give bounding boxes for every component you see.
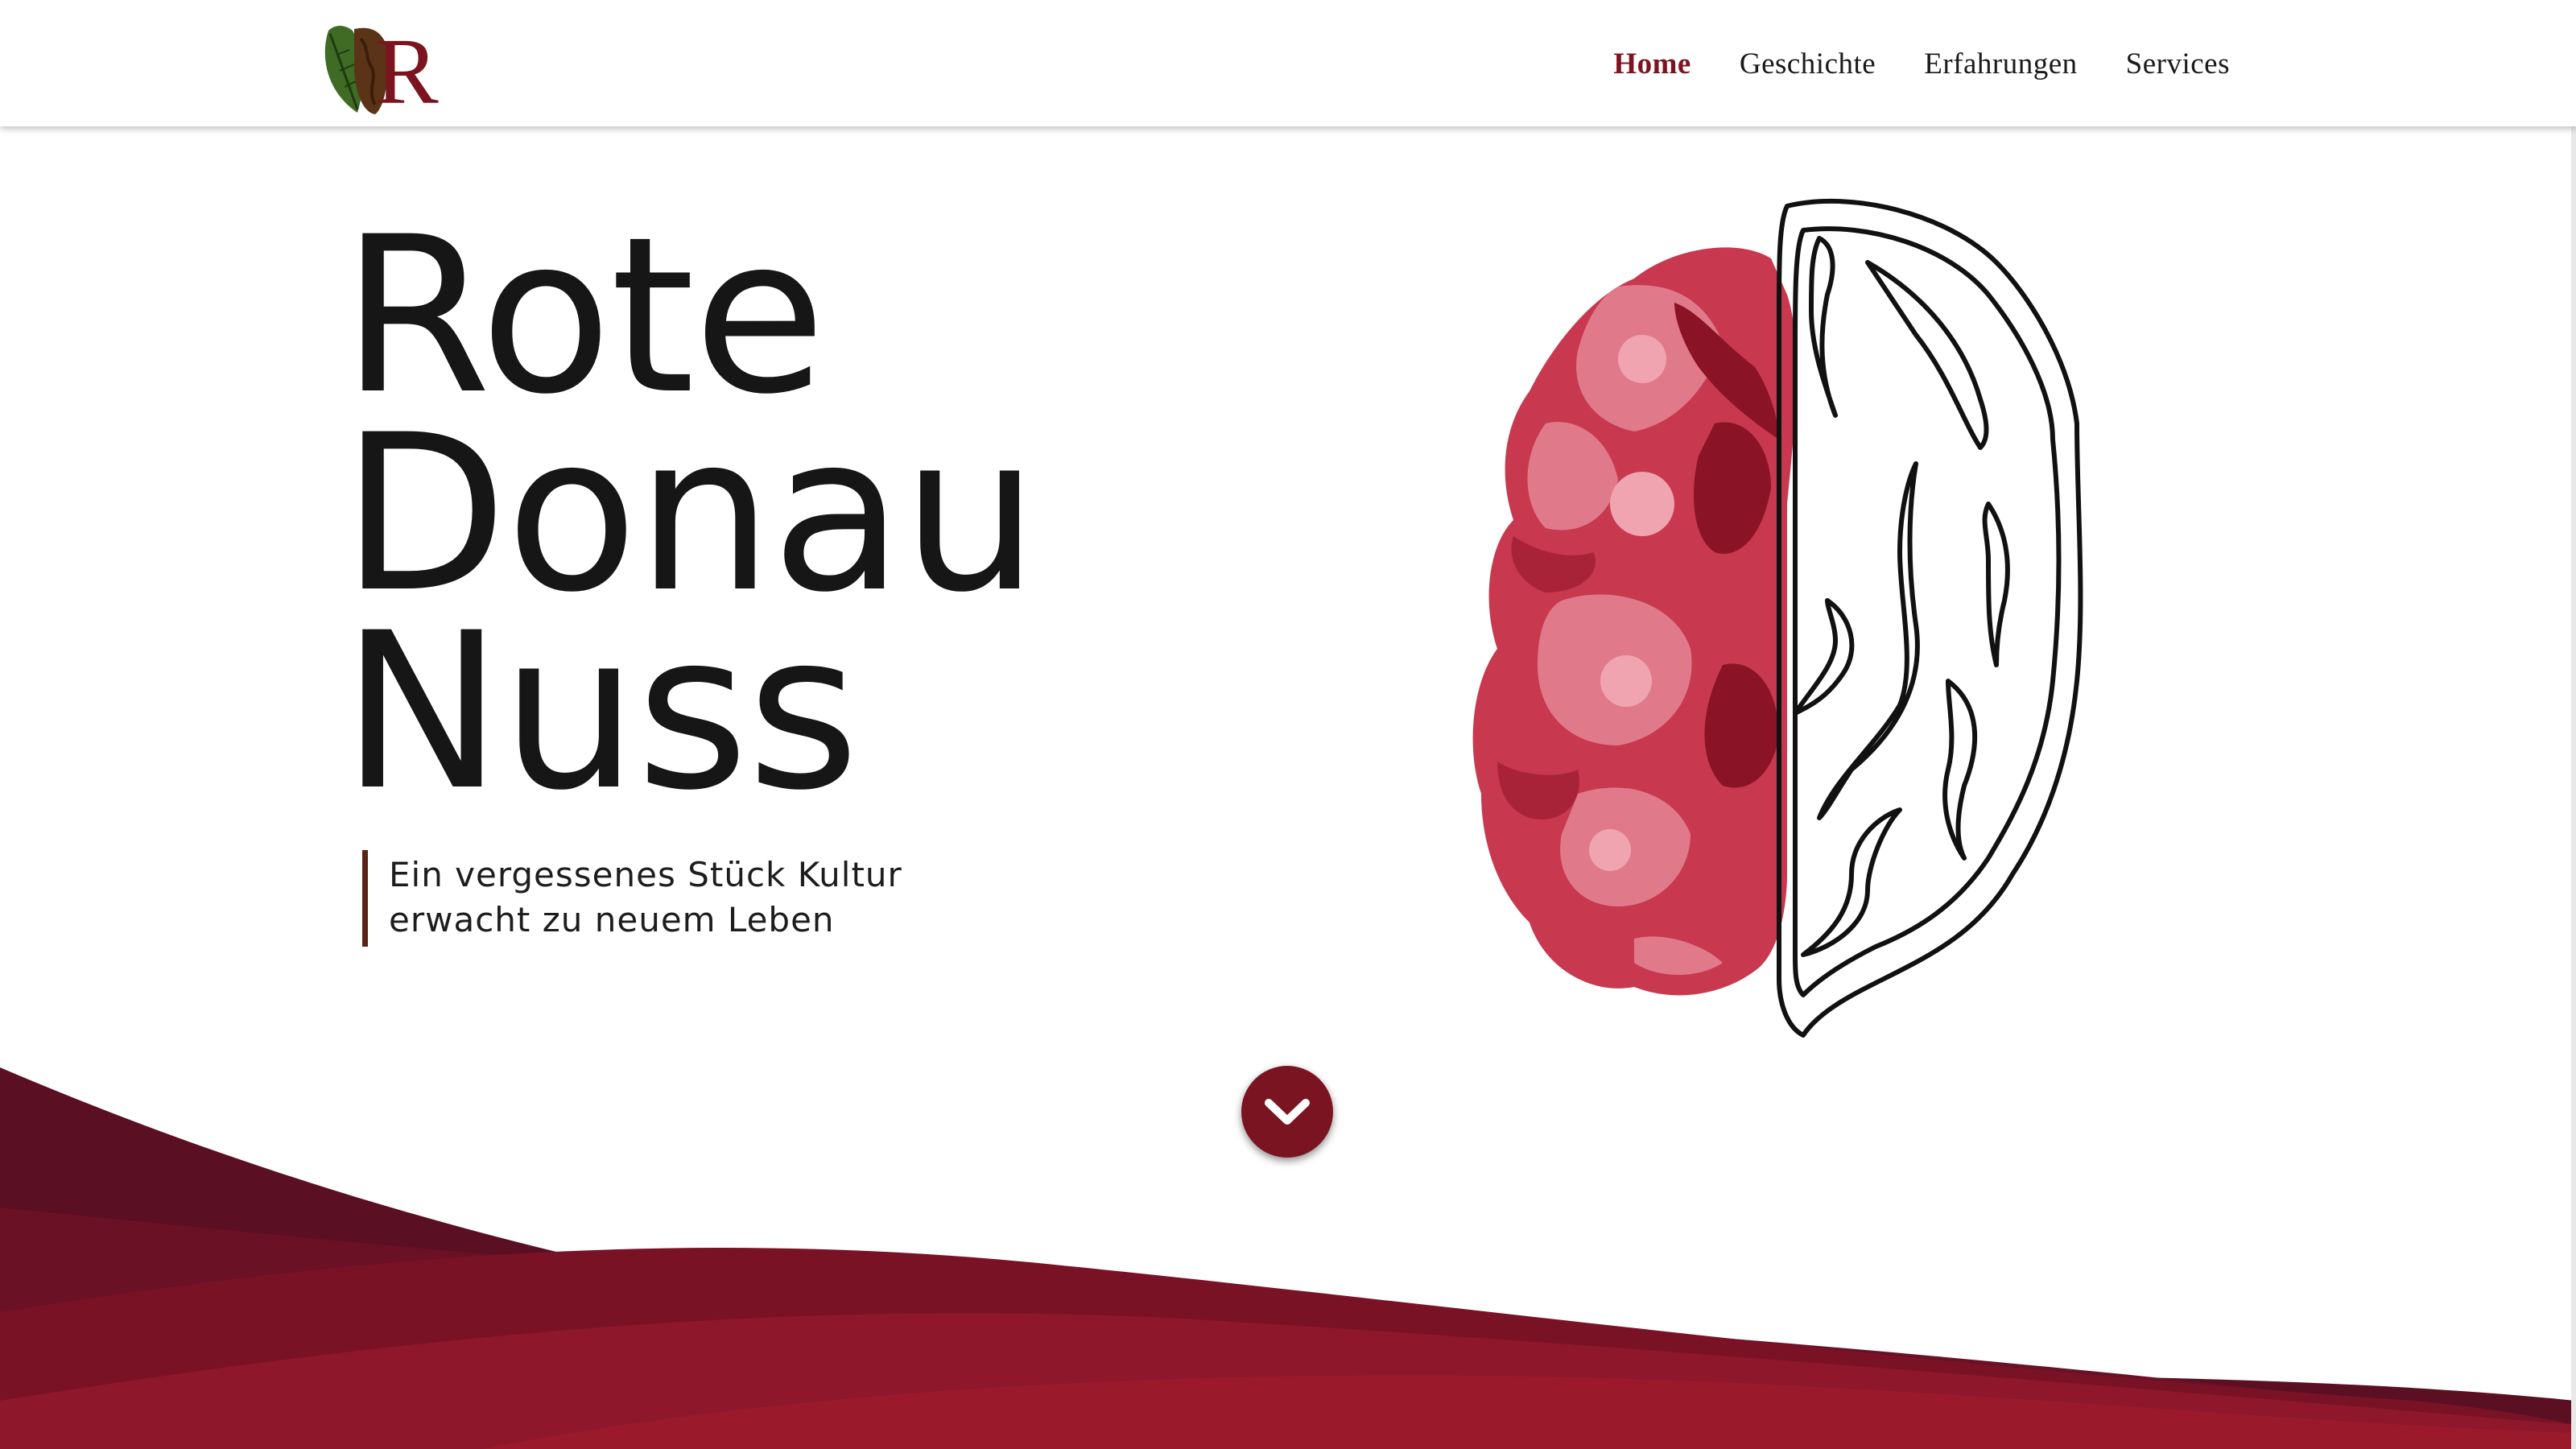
hero-title-line: Nuss xyxy=(341,587,860,838)
chevron-down-icon xyxy=(1265,1099,1310,1125)
red-walnut-half xyxy=(1472,247,1797,996)
hero-title-line: Donau xyxy=(341,389,1038,640)
scroll-down-button[interactable] xyxy=(1241,1066,1333,1158)
page: R Home Geschichte Erfahrungen Services R… xyxy=(0,0,2576,1449)
nav-item-erfahrungen[interactable]: Erfahrungen xyxy=(1924,47,2077,81)
outlined-walnut-half xyxy=(1777,198,2083,1038)
hero-title: Rote Donau Nuss xyxy=(341,191,1038,838)
nav-item-services[interactable]: Services xyxy=(2126,47,2230,81)
site-logo[interactable]: R xyxy=(319,14,444,124)
walnut-illustration xyxy=(1472,198,2083,1038)
site-header: R Home Geschichte Erfahrungen Services xyxy=(0,0,2576,126)
hero-title-line: Rote xyxy=(341,191,826,442)
main-navigation: Home Geschichte Erfahrungen Services xyxy=(1613,47,2230,81)
nav-item-home[interactable]: Home xyxy=(1613,47,1691,81)
walnut-leaf-logo-icon: R xyxy=(324,19,439,124)
hero-subtitle: Ein vergessenes Stück Kultur erwacht zu … xyxy=(389,850,968,943)
scrollbar-track[interactable] xyxy=(2571,0,2576,1449)
hero-subtitle-block: Ein vergessenes Stück Kultur erwacht zu … xyxy=(362,850,968,947)
hero-subtitle-line: Ein vergessenes Stück Kultur xyxy=(389,855,902,894)
svg-text:R: R xyxy=(375,19,439,119)
hero-subtitle-line: erwacht zu neuem Leben xyxy=(389,900,835,939)
nav-item-geschichte[interactable]: Geschichte xyxy=(1740,47,1876,81)
